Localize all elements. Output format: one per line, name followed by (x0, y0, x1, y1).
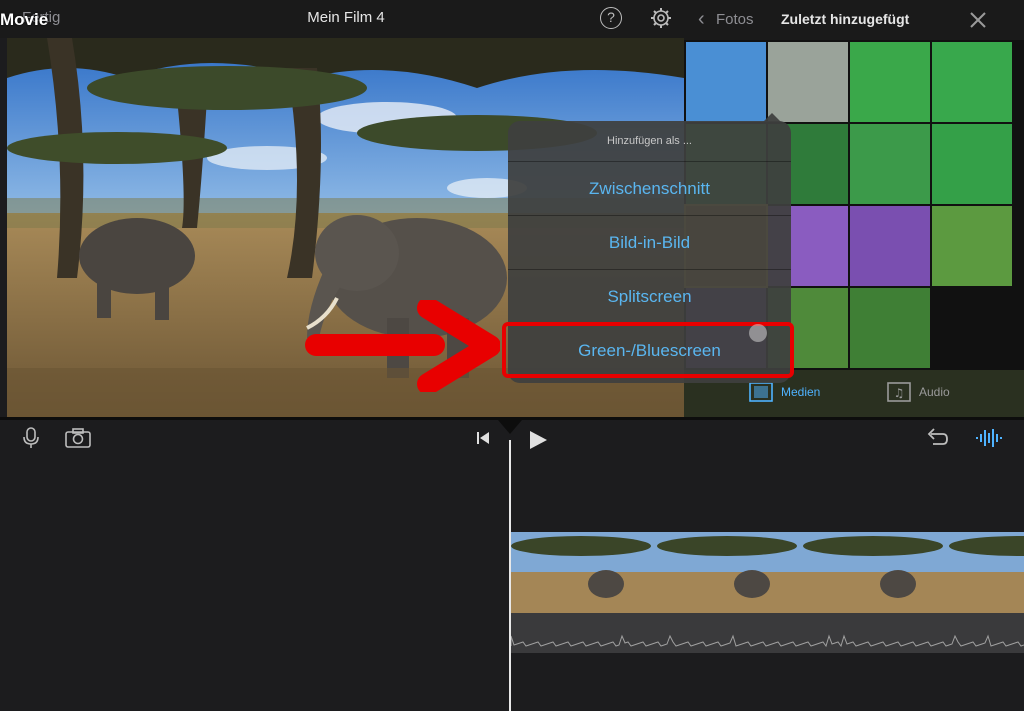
option-picture-in-picture[interactable]: Bild-in-Bild (508, 215, 791, 268)
clip-ground (803, 572, 949, 613)
clip-ground (657, 572, 803, 613)
option-split-screen[interactable]: Splitscreen (508, 269, 791, 322)
playhead-marker (498, 420, 522, 434)
album-title: Zuletzt hinzugefügt (781, 11, 910, 27)
music-note-icon: ♫ (887, 382, 911, 402)
clip-tree (657, 536, 797, 556)
clip-tree (803, 536, 943, 556)
clip-ground (511, 572, 657, 613)
option-cutaway[interactable]: Zwischenschnitt (508, 161, 791, 214)
clip-tree (511, 536, 651, 556)
media-thumbnail[interactable] (850, 206, 930, 286)
clip-ground (949, 572, 1024, 613)
tab-media-label: Medien (781, 385, 821, 399)
camera-icon[interactable] (64, 428, 92, 448)
skip-to-start-icon[interactable] (474, 430, 492, 446)
tab-audio-label: Audio (919, 385, 950, 399)
clip-elephant (880, 570, 916, 598)
audio-track[interactable] (510, 613, 1024, 653)
tab-audio[interactable]: ♫ Audio (887, 382, 950, 402)
movie-overlay-label: Movie (0, 10, 49, 29)
gear-icon[interactable] (650, 7, 672, 29)
waveform-line (510, 634, 1024, 648)
svg-text:♫: ♫ (894, 386, 905, 400)
clip-elephant (588, 570, 624, 598)
media-thumbnail[interactable] (932, 206, 1012, 286)
project-title: Mein Film 4 (307, 9, 385, 26)
playhead[interactable] (509, 440, 511, 711)
red-arrow-annotation (305, 300, 500, 392)
media-thumbnail[interactable] (850, 124, 930, 204)
media-browser-header: ‹ Fotos Zuletzt hinzugefügt (684, 0, 1024, 40)
media-thumbnail[interactable] (686, 42, 766, 122)
undo-icon[interactable] (924, 427, 950, 449)
film-icon (749, 382, 773, 402)
audio-waveform (510, 634, 1024, 648)
media-thumbnail[interactable] (932, 42, 1012, 122)
media-thumbnail[interactable] (932, 124, 1012, 204)
play-icon[interactable] (526, 428, 550, 452)
close-icon[interactable] (968, 10, 988, 30)
video-clip[interactable] (511, 532, 1024, 613)
help-icon[interactable]: ? (600, 7, 622, 29)
popover-header: Hinzufügen als ... (607, 135, 692, 147)
clip-thumbnails (511, 532, 1024, 613)
touch-indicator (749, 324, 767, 342)
clip-elephant (734, 570, 770, 598)
media-thumbnail[interactable] (768, 42, 848, 122)
back-to-photos-button[interactable]: Fotos (716, 11, 754, 28)
chevron-left-icon[interactable]: ‹ (698, 8, 705, 31)
tab-media[interactable]: Medien (749, 382, 820, 402)
media-thumbnail[interactable] (850, 288, 930, 368)
top-bar: Fertig Mein Film 4 ? (0, 0, 684, 38)
media-thumbnail[interactable] (850, 42, 930, 122)
audio-waveform-icon[interactable] (974, 427, 1004, 449)
microphone-icon[interactable] (20, 427, 42, 449)
